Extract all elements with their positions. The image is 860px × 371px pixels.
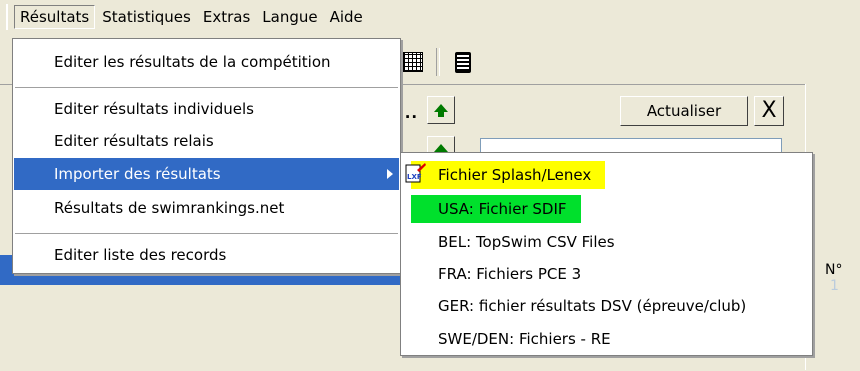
row-number: 1 [830,278,839,294]
menubar-grip [6,4,14,30]
submenu-item-label: SWE/DEN: Fichiers - RE [438,330,611,348]
submenu-item-label: GER: fichier résultats DSV (épreuve/club… [438,297,747,315]
menu-item-label: Importer des résultats [54,165,221,183]
menu-item-label: Résultats de swimrankings.net [54,199,285,217]
menu-item-swimrankings-results[interactable]: Résultats de swimrankings.net [14,192,399,224]
grid-icon [403,52,423,72]
submenu-arrow-icon [387,169,393,179]
submenu-item-label: FRA: Fichiers PCE 3 [438,265,582,283]
menu-item-label: Editer résultats relais [54,132,214,150]
import-submenu: Fichier Splash/Lenex USA: Fichier SDIF B… [400,152,813,356]
menu-item-edit-relay-results[interactable]: Editer résultats relais [14,125,399,157]
menu-divider [15,87,398,88]
submenu-item-bel-topswim[interactable]: BEL: TopSwim CSV Files [411,228,629,256]
menu-langue[interactable]: Langue [257,6,322,28]
menu-divider [15,233,398,234]
calculator-icon [455,51,471,73]
menu-item-edit-records-list[interactable]: Editer liste des records [14,239,399,271]
up-arrow-icon [434,144,448,157]
close-button[interactable]: X [754,96,784,126]
submenu-item-splash-lenex[interactable]: Fichier Splash/Lenex [411,161,606,189]
menu-aide[interactable]: Aide [325,6,368,28]
right-column [805,84,860,370]
move-up-button[interactable] [427,96,455,124]
menu-item-label: Editer liste des records [54,246,227,264]
submenu-item-label: BEL: TopSwim CSV Files [438,233,615,251]
submenu-item-ger-dsv[interactable]: GER: fichier résultats DSV (épreuve/club… [411,292,760,320]
menu-bar: Résultats Statistiques Extras Langue Aid… [0,0,860,34]
actualiser-label: Actualiser [646,102,722,120]
submenu-item-fra-pce3[interactable]: FRA: Fichiers PCE 3 [411,260,595,288]
resultats-dropdown: Editer les résultats de la compétition E… [12,38,401,274]
close-icon: X [761,98,777,123]
svg-text:LXF: LXF [407,173,422,181]
submenu-item-label: Fichier Splash/Lenex [438,166,592,184]
submenu-item-swe-den-re[interactable]: SWE/DEN: Fichiers - RE [411,325,625,353]
menu-statistiques[interactable]: Statistiques [97,6,196,28]
field-ellipsis: ... [398,104,419,122]
actualiser-button[interactable]: Actualiser [620,96,748,126]
lxf-file-icon: LXF [405,163,426,183]
calculator-button[interactable] [450,49,476,75]
column-header-number: N° [825,262,843,278]
menu-item-label: Editer les résultats de la compétition [54,53,331,71]
menu-resultats[interactable]: Résultats [14,5,96,29]
toolbar-separator [436,48,440,76]
menu-item-edit-individual-results[interactable]: Editer résultats individuels [14,93,399,125]
toolbar [400,42,476,82]
menu-extras[interactable]: Extras [198,6,255,28]
grid-button[interactable] [400,49,426,75]
submenu-item-usa-sdif[interactable]: USA: Fichier SDIF [411,195,581,223]
submenu-item-label: USA: Fichier SDIF [438,200,567,218]
menu-item-label: Editer résultats individuels [54,100,254,118]
menu-item-edit-competition-results[interactable]: Editer les résultats de la compétition [14,46,399,78]
up-arrow-icon [434,104,448,117]
menu-item-import-results[interactable]: Importer des résultats [14,158,399,190]
